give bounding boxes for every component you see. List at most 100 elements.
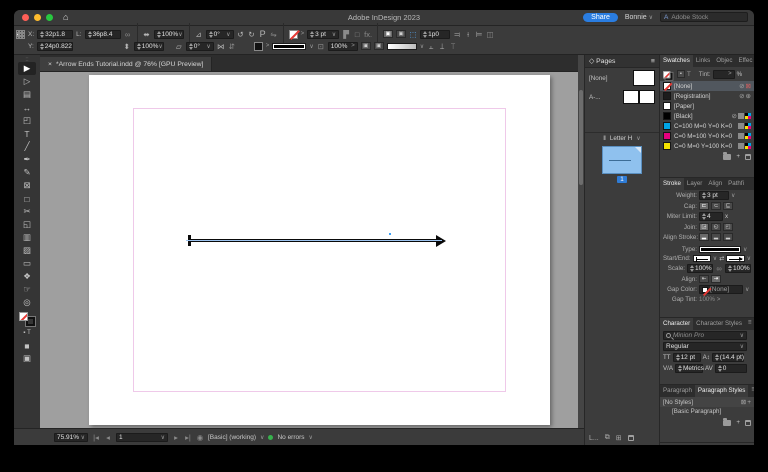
round-cap-button[interactable]: ⊂ (711, 202, 721, 210)
page-tool[interactable]: ▤ (18, 88, 36, 101)
formatting-text-toggle[interactable]: T (687, 71, 691, 78)
formatting-toggle-buttons[interactable]: ▪ T (18, 326, 36, 339)
delete-swatch-button[interactable] (745, 154, 751, 160)
font-size-field[interactable]: 12 pt (673, 353, 701, 362)
bevel-join-button[interactable]: ◰ (723, 223, 733, 231)
rectangle-tool[interactable]: □ (18, 192, 36, 205)
swatch-row-none[interactable]: [None] ⊘⊠ (660, 81, 754, 91)
wrap-bounding-button[interactable]: ▣ (396, 30, 406, 38)
delete-style-button[interactable] (745, 420, 751, 426)
constrain-link-icon[interactable]: ∞ (124, 30, 132, 39)
tab-align[interactable]: Align (705, 178, 725, 190)
miter-limit-field[interactable]: 4 (699, 212, 723, 221)
scale-x-input[interactable]: 100%∨ (154, 30, 184, 39)
corner-shape-icon[interactable]: □ (353, 30, 361, 39)
free-transform-tool[interactable]: ◱ (18, 218, 36, 231)
y-input[interactable]: 24p0.822 (37, 42, 73, 51)
align-right-button[interactable]: ⊨ (475, 30, 483, 39)
style-group-button[interactable] (723, 420, 731, 426)
align-left-button[interactable]: ⫤ (453, 30, 461, 39)
wrap-offset-input[interactable]: 1p0 (420, 30, 450, 39)
end-scale-field[interactable]: 100% (725, 264, 751, 273)
scale-link-icon[interactable]: ∞ (715, 264, 723, 273)
canvas[interactable] (40, 72, 578, 428)
swatch-row-yellow[interactable]: C=0 M=0 Y=100 K=0 (660, 141, 754, 151)
flip-icons[interactable]: ⋈ (217, 42, 225, 51)
align-top-button[interactable]: ⫠ (427, 42, 435, 51)
screen-mode-button[interactable]: ▣ (18, 352, 36, 365)
adobe-stock-search[interactable]: AAdobe Stock (660, 12, 748, 22)
tab-paragraph[interactable]: Paragraph (660, 385, 695, 397)
align-inside-stroke-button[interactable]: ▂ (711, 233, 721, 241)
align-center-button[interactable]: ⟊ (464, 30, 472, 39)
new-color-group-button[interactable] (723, 154, 731, 160)
character-menu-icon[interactable]: ≡ (745, 318, 754, 330)
last-page-button[interactable]: ▸| (184, 433, 192, 442)
user-menu[interactable]: Bonnie ∨ (625, 14, 653, 21)
stroke-type-select[interactable] (699, 246, 741, 253)
end-arrowhead-select[interactable] (726, 255, 744, 262)
no-styles-row[interactable]: [No Styles] (663, 399, 693, 406)
wrap-none-button[interactable]: ▣ (383, 30, 393, 38)
formatting-container-toggle[interactable]: ▪ (677, 70, 685, 78)
extend-arrowhead-button[interactable]: ⇤ (699, 275, 709, 283)
new-style-button[interactable]: + (736, 419, 740, 426)
master-none-row[interactable]: [None] (585, 68, 659, 88)
gradient-feather-tool[interactable]: ▨ (18, 244, 36, 257)
pages-panel-menu-icon[interactable]: ≡ (651, 58, 655, 65)
drop-shadow-button[interactable]: ▣ (361, 42, 371, 50)
new-page-button[interactable]: ⊞ (616, 434, 622, 442)
tab-pathfinder[interactable]: Pathfi (725, 178, 747, 190)
scale-y-input[interactable]: 100%∨ (134, 42, 164, 51)
reference-point-proxy[interactable] (16, 30, 25, 39)
clear-overrides-icon[interactable]: ⊠ (741, 398, 746, 406)
tab-character-styles[interactable]: Character Styles (693, 318, 745, 330)
direct-selection-tool[interactable]: ▷ (18, 75, 36, 88)
zoom-level-select[interactable]: 75.91%∨ (54, 433, 88, 442)
gap-tool[interactable]: ↔ (18, 101, 36, 114)
gap-tint-value[interactable]: 100% (699, 296, 715, 303)
pencil-tool[interactable]: ✎ (18, 166, 36, 179)
close-tab-icon[interactable]: × (48, 61, 52, 68)
apply-color-button[interactable]: ■ (18, 339, 36, 352)
tab-character[interactable]: Character (660, 318, 693, 330)
stroke-color-swatch[interactable] (289, 30, 298, 39)
tint-input[interactable]: > (713, 70, 735, 79)
place-arrowhead-button[interactable]: ⇥ (711, 275, 721, 283)
round-join-button[interactable]: ◵ (711, 223, 721, 231)
align-center-stroke-button[interactable]: ▂ (699, 233, 709, 241)
miter-join-button[interactable]: ◲ (699, 223, 709, 231)
tracking-field[interactable]: 0 (715, 364, 747, 373)
paragraph-styles-menu-icon[interactable]: ≡ (748, 385, 754, 397)
selection-tool[interactable]: ▶ (18, 62, 36, 75)
align-outside-stroke-button[interactable]: ▂ (723, 233, 733, 241)
fill-color-swatch[interactable] (254, 42, 263, 51)
transparency-button[interactable]: ▣ (374, 42, 384, 50)
page-1-thumbnail[interactable] (602, 146, 642, 174)
create-spread-button[interactable]: ⧉ (605, 434, 610, 442)
delete-page-button[interactable] (628, 435, 634, 441)
swatches-fill-stroke-proxy[interactable] (663, 71, 673, 80)
page-size-section[interactable]: ‖Letter H∨ (585, 135, 659, 142)
tab-stroke[interactable]: Stroke (660, 178, 684, 190)
line-tool[interactable]: ╱ (18, 140, 36, 153)
swatch-row-paper[interactable]: [Paper] (660, 101, 754, 111)
font-style-select[interactable]: Regular∨ (663, 342, 747, 351)
fill-proxy-swatch[interactable] (19, 312, 28, 321)
vertical-scrollbar-thumb[interactable] (579, 90, 583, 185)
page-1-number[interactable]: 1 (617, 176, 627, 183)
master-a-row[interactable]: A-... (585, 88, 659, 106)
stroke-color-expander[interactable]: > (301, 31, 305, 37)
preflight-status[interactable]: No errors (277, 434, 304, 441)
x-input[interactable]: 32p1.8 (37, 30, 73, 39)
fill-stroke-proxy[interactable] (19, 312, 35, 326)
start-scale-field[interactable]: 100% (687, 264, 713, 273)
tab-layers[interactable]: Layer (684, 178, 705, 190)
align-bottom-button[interactable]: ⟙ (449, 42, 457, 51)
pen-tool[interactable]: ✒ (18, 153, 36, 166)
previous-page-button[interactable]: ◂ (104, 433, 112, 442)
rectangle-frame-tool[interactable]: ⊠ (18, 179, 36, 192)
start-arrowhead-select[interactable] (693, 255, 711, 262)
color-theme-tool[interactable]: ❖ (18, 270, 36, 283)
shear-input[interactable]: 0°∨ (186, 42, 214, 51)
